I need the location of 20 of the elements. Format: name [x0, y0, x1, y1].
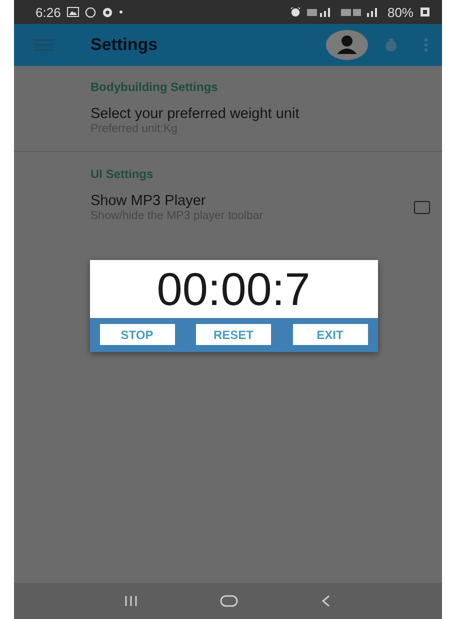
- preference-title: Select your preferred weight unit: [90, 106, 300, 122]
- dialog-button[interactable]: RESET: [196, 324, 271, 345]
- battery-icon: [420, 7, 430, 17]
- dot-icon: [118, 10, 123, 14]
- alarm-icon: [290, 7, 302, 17]
- back-icon[interactable]: [322, 595, 330, 607]
- section-header: Bodybuilding Settings: [90, 79, 219, 96]
- status-time: 6:26: [36, 4, 61, 20]
- gallery-icon: [66, 7, 79, 17]
- dialog-button[interactable]: EXIT: [292, 324, 368, 345]
- battery-percent: 80%: [387, 4, 414, 20]
- preference-title: Show MP3 Player: [90, 193, 207, 209]
- screen-title: Settings: [90, 35, 158, 55]
- section-header: UI Settings: [90, 166, 154, 183]
- timer-display: 00:00:7: [90, 260, 378, 318]
- dialog-button[interactable]: STOP: [100, 324, 174, 345]
- home-icon[interactable]: [220, 595, 238, 607]
- recent-apps-icon[interactable]: [125, 596, 138, 606]
- profile-avatar-icon[interactable]: [326, 30, 368, 60]
- checkbox[interactable]: [414, 201, 430, 214]
